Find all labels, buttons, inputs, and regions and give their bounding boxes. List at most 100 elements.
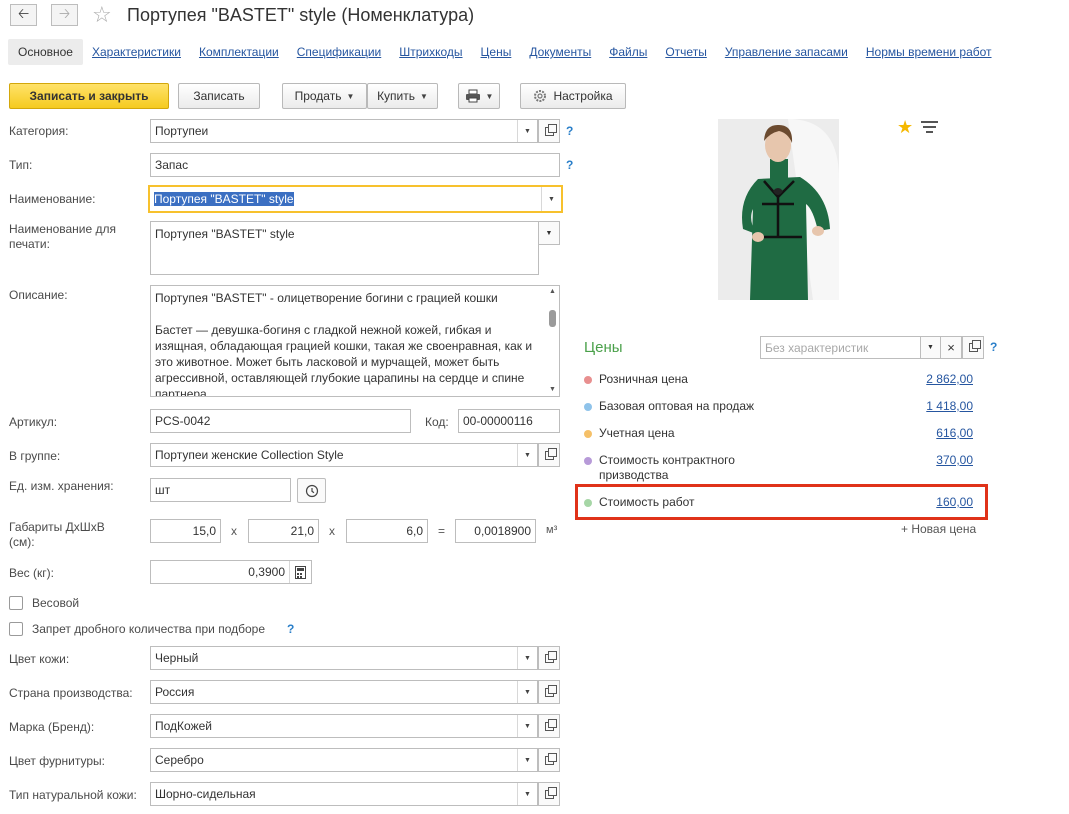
chevron-down-icon: ▼ [346, 91, 355, 101]
price-row: Учетная цена [584, 426, 675, 440]
name-label: Наименование: [9, 192, 96, 206]
price-color-dot [584, 376, 592, 384]
scroll-up-icon[interactable]: ▲ [547, 287, 558, 297]
unit-history-button[interactable] [297, 478, 326, 503]
window-title: Портупея "BASTET" style (Номенклатура) [127, 5, 475, 25]
tab-specifications[interactable]: Спецификации [288, 39, 390, 65]
characteristic-open-button[interactable] [962, 336, 984, 359]
tab-documents[interactable]: Документы [520, 39, 600, 65]
chevron-down-icon[interactable]: ▼ [517, 783, 537, 805]
chevron-down-icon[interactable]: ▼ [517, 681, 537, 703]
filter-lines-icon[interactable] [921, 121, 938, 133]
gear-icon [534, 90, 547, 102]
new-price-link[interactable]: + Новая цена [901, 522, 976, 536]
chevron-down-icon[interactable]: ▼ [517, 647, 537, 669]
fittings-color-field[interactable]: Серебро ▼ [150, 748, 538, 772]
save-close-button[interactable]: Записать и закрыть [9, 83, 169, 109]
settings-button[interactable]: Настройка [520, 83, 626, 109]
weighted-label: Весовой [32, 596, 80, 610]
leather-type-open-button[interactable] [538, 782, 560, 806]
price-value[interactable]: 616,00 [893, 426, 973, 440]
price-value[interactable]: 2 862,00 [893, 372, 973, 386]
height-field[interactable]: 6,0 [346, 519, 428, 543]
print-name-label: Наименование для печати: [9, 222, 117, 251]
width-field[interactable]: 21,0 [248, 519, 319, 543]
print-name-field[interactable]: Портупея "BASTET" style [150, 221, 539, 275]
chevron-down-icon[interactable]: ▼ [541, 187, 561, 211]
unit-field[interactable]: шт [150, 478, 291, 502]
tab-bundles[interactable]: Комплектации [190, 39, 288, 65]
open-window-icon [544, 447, 557, 460]
tab-main[interactable]: Основное [8, 39, 83, 65]
fraction-ban-checkbox[interactable] [9, 622, 23, 636]
calculator-icon[interactable] [289, 561, 311, 583]
dims-equals: = [438, 524, 446, 538]
name-field[interactable]: Портупея "BASTET" style ▼ [148, 185, 563, 213]
tab-prices[interactable]: Цены [472, 39, 521, 65]
dims-label: Габариты ДхШхВ (см): [9, 520, 105, 549]
print-name-dropdown[interactable]: ▼ [538, 221, 560, 245]
open-window-icon [544, 718, 557, 731]
country-open-button[interactable] [538, 680, 560, 704]
category-field[interactable]: Портупеи ▼ [150, 119, 538, 143]
product-photo[interactable] [718, 119, 839, 300]
article-field[interactable]: PCS-0042 [150, 409, 411, 433]
scroll-thumb[interactable] [549, 310, 556, 327]
fittings-color-open-button[interactable] [538, 748, 560, 772]
arrow-left-icon: 🡠 [17, 5, 30, 21]
forward-button[interactable]: 🡢 [51, 4, 78, 26]
chevron-down-icon: ▼ [927, 344, 934, 351]
code-field[interactable]: 00-00000116 [458, 409, 560, 433]
back-button[interactable]: 🡠 [10, 4, 37, 26]
volume-field: 0,0018900 [455, 519, 536, 543]
length-field[interactable]: 15,0 [150, 519, 221, 543]
tab-barcodes[interactable]: Штрихкоды [390, 39, 471, 65]
save-button[interactable]: Записать [178, 83, 260, 109]
scroll-down-icon[interactable]: ▼ [547, 385, 558, 395]
skin-color-open-button[interactable] [538, 646, 560, 670]
price-value[interactable]: 1 418,00 [893, 399, 973, 413]
leather-type-field[interactable]: Шорно-сидельная ▼ [150, 782, 538, 806]
tab-characteristics[interactable]: Характеристики [83, 39, 190, 65]
sell-button[interactable]: Продать ▼ [282, 83, 367, 109]
brand-field[interactable]: ПодКожей ▼ [150, 714, 538, 738]
description-field[interactable]: Портупея "BASTET" - олицетворение богини… [150, 285, 560, 397]
print-button[interactable]: ▼ [458, 83, 500, 109]
characteristic-clear-button[interactable]: × [940, 336, 962, 359]
chevron-down-icon: ▼ [545, 229, 553, 237]
prices-title: Цены [584, 339, 623, 356]
chevron-down-icon[interactable]: ▼ [517, 749, 537, 771]
group-label: В группе: [9, 449, 61, 463]
weight-label: Вес (кг): [9, 566, 54, 580]
description-scrollbar[interactable]: ▲ ▼ [547, 287, 558, 395]
category-open-button[interactable] [538, 119, 560, 143]
fittings-color-label: Цвет фурнитуры: [9, 754, 105, 768]
buy-button[interactable]: Купить ▼ [367, 83, 438, 109]
help-icon[interactable]: ? [990, 340, 997, 354]
brand-open-button[interactable] [538, 714, 560, 738]
tab-work-time-norms[interactable]: Нормы времени работ [857, 39, 1001, 65]
help-icon[interactable]: ? [566, 124, 573, 138]
tab-files[interactable]: Файлы [600, 39, 656, 65]
price-value[interactable]: 370,00 [893, 453, 973, 467]
brand-label: Марка (Бренд): [9, 720, 95, 734]
star-outline-icon[interactable]: ☆ [92, 2, 112, 28]
characteristic-field[interactable]: Без характеристик [760, 336, 922, 359]
code-label: Код: [425, 415, 449, 429]
weighted-checkbox[interactable] [9, 596, 23, 610]
help-icon[interactable]: ? [287, 622, 294, 636]
chevron-down-icon[interactable]: ▼ [517, 120, 537, 142]
group-open-button[interactable] [538, 443, 560, 467]
weight-field[interactable]: 0,3900 [150, 560, 312, 584]
star-filled-icon[interactable]: ★ [897, 117, 913, 138]
tab-reports[interactable]: Отчеты [656, 39, 715, 65]
help-icon[interactable]: ? [566, 158, 573, 172]
skin-color-field[interactable]: Черный ▼ [150, 646, 538, 670]
tab-stock-management[interactable]: Управление запасами [716, 39, 857, 65]
characteristic-dropdown[interactable]: ▼ [920, 336, 941, 359]
country-field[interactable]: Россия ▼ [150, 680, 538, 704]
group-field[interactable]: Портупеи женские Collection Style ▼ [150, 443, 538, 467]
chevron-down-icon[interactable]: ▼ [517, 715, 537, 737]
clock-history-icon [305, 484, 318, 497]
chevron-down-icon[interactable]: ▼ [517, 444, 537, 466]
